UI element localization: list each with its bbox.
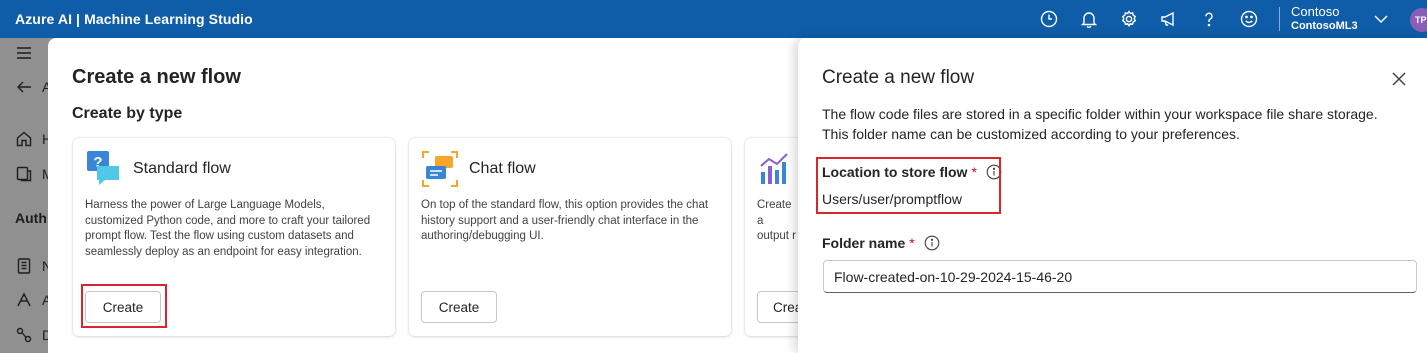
evaluation-flow-icon bbox=[760, 153, 788, 184]
gear-icon[interactable] bbox=[1116, 6, 1142, 32]
top-icons bbox=[1036, 0, 1276, 38]
top-bar: Azure AI | Machine Learning Studio Conto… bbox=[0, 0, 1427, 38]
create-flow-panel: Create a new flow The flow code files ar… bbox=[798, 38, 1427, 353]
help-icon[interactable] bbox=[1196, 6, 1222, 32]
panel-title: Create a new flow bbox=[822, 67, 975, 88]
highlight-box bbox=[81, 284, 167, 328]
clock-icon[interactable] bbox=[1036, 6, 1062, 32]
section-title: Create by type bbox=[72, 105, 183, 122]
panel-description: The flow code files are stored in a spec… bbox=[822, 106, 1378, 142]
highlight-box bbox=[816, 157, 1001, 214]
folder-name-input[interactable] bbox=[823, 260, 1417, 293]
folder-label: Folder name * bbox=[822, 235, 940, 251]
chevron-down-icon[interactable] bbox=[1372, 10, 1390, 28]
standard-flow-icon: ? bbox=[87, 151, 119, 185]
avatar[interactable]: TP bbox=[1410, 8, 1427, 32]
chat-flow-icon bbox=[422, 151, 458, 187]
card-description: Harness the power of Large Language Mode… bbox=[85, 199, 371, 258]
create-flow-dialog: Create a new flow Create by type ? Stand… bbox=[48, 38, 1067, 353]
account-switcher[interactable]: Contoso ContosoML3 bbox=[1291, 0, 1358, 38]
card-description: Create a output r bbox=[757, 199, 796, 242]
megaphone-icon[interactable] bbox=[1156, 6, 1182, 32]
card-title: Standard flow bbox=[133, 160, 231, 177]
folder-label-text: Folder name bbox=[822, 235, 906, 251]
chat-flow-create-button[interactable]: Create bbox=[421, 291, 497, 323]
chat-flow-card[interactable]: Chat flow On top of the standard flow, t… bbox=[409, 138, 731, 336]
topbar-divider bbox=[1279, 7, 1280, 31]
required-marker: * bbox=[909, 235, 915, 251]
app-title[interactable]: Azure AI | Machine Learning Studio bbox=[15, 11, 253, 27]
smiley-icon[interactable] bbox=[1236, 6, 1262, 32]
directory-name: Contoso bbox=[1291, 4, 1340, 20]
close-icon[interactable] bbox=[1390, 70, 1408, 88]
workspace-name: ContosoML3 bbox=[1291, 20, 1358, 33]
card-title: Chat flow bbox=[469, 160, 536, 177]
dialog-title: Create a new flow bbox=[72, 66, 241, 88]
card-description: On top of the standard flow, this option… bbox=[421, 199, 709, 242]
bell-icon[interactable] bbox=[1076, 6, 1102, 32]
info-icon[interactable] bbox=[924, 235, 940, 251]
